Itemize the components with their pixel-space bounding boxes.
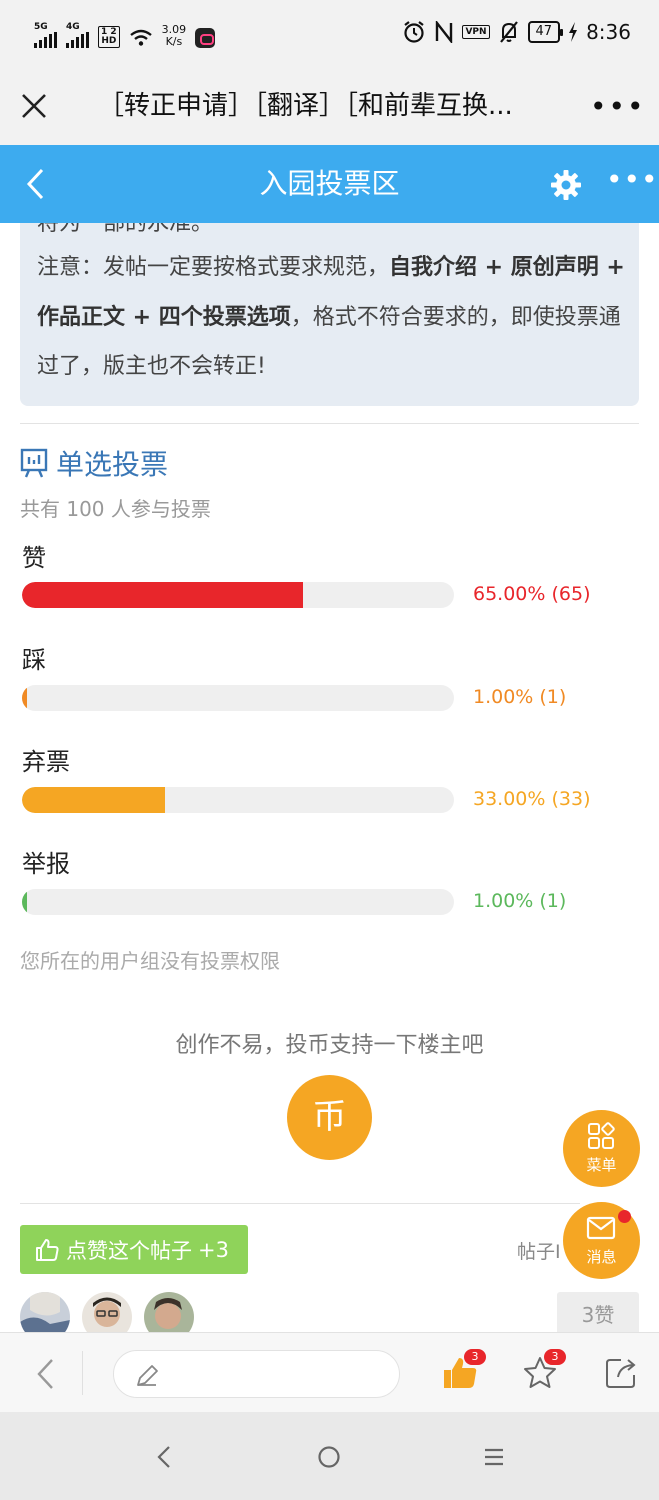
signal-5g-label: 5G [34,22,48,32]
hd-icon: 1 2 HD [98,26,120,48]
menu-fab[interactable]: 菜单 [563,1110,640,1187]
no-permission-text: 您所在的用户组没有投票权限 [20,949,280,973]
thumbs-up-icon [36,1238,59,1261]
status-left: 5G 4G 1 2 HD 3.09 K/s [34,18,216,48]
like-toolbar-button[interactable]: 3 [440,1349,486,1393]
poll-option-label: 举报 [22,850,70,878]
poll-option-fill [22,685,27,711]
message-fab-label: 消息 [586,1248,617,1266]
poll-option-bar [22,889,454,915]
signal-bars-icon [34,32,57,48]
nav-back-icon[interactable] [154,1444,174,1470]
poll-option-percent: 1.00% (1) [473,890,567,912]
support-text: 创作不易，投币支持一下楼主吧 [175,1033,484,1058]
nav-home-icon[interactable] [317,1445,341,1469]
network-speed: 3.09 K/s [162,24,187,48]
forum-more-icon[interactable]: ••• [606,163,659,196]
alarm-icon [404,21,425,43]
gear-icon[interactable] [550,169,582,201]
clock: 8:36 [586,20,631,44]
toolbar-separator [82,1351,83,1395]
browser-title-bar: ［转正申请］［翻译］［和前辈互换... ••• [0,68,659,145]
poll-option-percent: 65.00% (65) [473,583,591,605]
like-count-badge: 3 [464,1349,486,1365]
poll-option-bar [22,685,454,711]
poll-option-fill [22,582,303,608]
signal-4g: 4G [66,23,89,48]
signal-5g: 5G [34,23,57,48]
poll-option-percent: 33.00% (33) [473,788,591,810]
reply-input[interactable] [113,1350,400,1398]
like-plus-count: +3 [198,1237,229,1262]
poll-option-label: 赞 [22,544,46,572]
pencil-icon [137,1365,158,1386]
poll-title-text: 单选投票 [56,448,169,481]
poll-participants: 共有 100 人参与投票 [20,497,211,521]
message-unread-dot [618,1210,631,1223]
poll-option-bar [22,787,454,813]
mute-icon [499,21,518,43]
signal-4g-label: 4G [66,22,80,32]
charging-icon [569,22,578,42]
nfc-icon [436,21,453,43]
notice-text: 注意：发帖一定要按格式要求规范，自我介绍 + 原创声明 + 作品正文 + 四个投… [37,243,627,392]
system-navigation-bar [0,1412,659,1500]
poll-option-fill [22,889,27,915]
notice-box: 将为一部的水准。 注意：发帖一定要按格式要求规范，自我介绍 + 原创声明 + 作… [20,223,639,406]
menu-fab-label: 菜单 [586,1156,617,1174]
app-notification-icon [195,28,216,48]
like-post-button[interactable]: 点赞这个帖子 +3 [20,1225,248,1274]
vpn-icon: VPN [462,25,490,39]
poll-icon [20,448,48,478]
poll-option-label: 弃票 [22,748,70,776]
post-id: 帖子I [517,1241,561,1263]
divider [20,1203,580,1204]
forum-header: 入园投票区 ••• [0,145,659,223]
poll-option-label: 踩 [22,646,46,674]
notice-prefix: 注意：发帖一定要按格式要求规范， [37,255,390,280]
mail-icon [586,1216,616,1240]
poll-option-percent: 1.00% (1) [473,686,567,708]
wifi-icon [129,29,152,46]
poll-title: 单选投票 [20,443,168,483]
speed-unit: K/s [165,35,183,48]
favorite-button[interactable]: 3 [520,1349,566,1393]
poll-option-bar [22,582,454,608]
poll-option-fill [22,787,165,813]
like-button-label: 点赞这个帖子 [66,1238,192,1263]
back-icon[interactable] [34,1357,56,1391]
share-button[interactable] [601,1353,641,1393]
page-title: ［转正申请］［翻译］［和前辈互换... [98,91,513,121]
divider [20,423,639,424]
menu-grid-icon [588,1122,615,1149]
share-icon [606,1359,636,1388]
close-icon[interactable] [18,90,50,122]
hd-bottom-label: HD [101,36,117,46]
signal-bars-icon [66,32,89,48]
nav-menu-icon[interactable] [483,1447,505,1467]
coin-button[interactable]: 币 [287,1075,372,1160]
message-fab[interactable]: 消息 [563,1202,640,1279]
notice-cut-line: 将为一部的水准。 [37,223,214,236]
favorite-count-badge: 3 [544,1349,566,1365]
bottom-toolbar: 3 3 [0,1332,659,1412]
status-right: VPN 47 8:36 [402,20,631,44]
more-icon[interactable]: ••• [590,90,646,123]
battery-icon: 47 [527,21,563,43]
status-bar: 5G 4G 1 2 HD 3.09 K/s VPN 47 8:36 [0,0,659,68]
